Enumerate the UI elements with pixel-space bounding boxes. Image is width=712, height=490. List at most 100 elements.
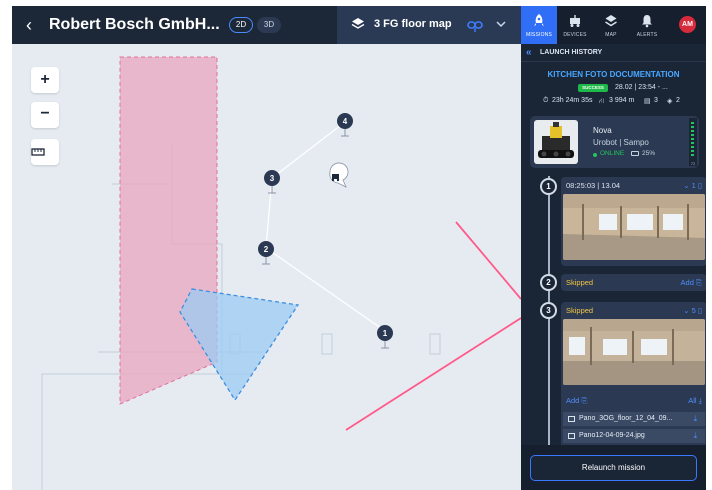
launch-history-label: LAUNCH HISTORY <box>540 49 603 56</box>
back-icon[interactable]: ‹ <box>26 15 46 35</box>
step-1-time: 08:25:03 | 13.04 <box>566 181 621 190</box>
nav-missions-label: MISSIONS <box>525 32 553 38</box>
route-line-2 <box>345 317 521 431</box>
step-2-add-label: Add <box>680 278 694 287</box>
robot-name: Nova <box>593 126 612 135</box>
mission-datetime: 28.02 | 23:54 - ... <box>615 84 668 91</box>
step-3-all-label: All <box>688 396 697 405</box>
waypoint-3-label: 3 <box>270 174 275 183</box>
nav-missions[interactable]: MISSIONS <box>521 6 557 44</box>
file-name: Pano12-04-09-24.jpg <box>579 432 645 439</box>
duration-value: 23h 24m 35s <box>552 97 593 104</box>
waypoint-2-label: 2 <box>264 245 269 254</box>
mission-title: KITCHEN FOTO DOCUMENTATION <box>547 70 680 79</box>
step-3-photo[interactable] <box>563 319 705 385</box>
chevron-down-icon[interactable] <box>495 18 507 30</box>
waypoint-1-label: 1 <box>383 329 388 338</box>
robot-card[interactable]: Nova Urobot | Sampo ONLINE 25% <box>530 116 699 168</box>
route-icon: ⛙ <box>599 98 604 105</box>
floor-selector[interactable]: 3 FG floor map <box>337 6 521 44</box>
view-3d-toggle[interactable]: 3D <box>257 17 281 33</box>
launch-history-header[interactable]: « LAUNCH HISTORY <box>521 44 706 62</box>
robot-location-icon[interactable] <box>329 162 349 188</box>
nav-devices[interactable]: DEVICES <box>557 6 593 44</box>
rocket-icon <box>534 14 544 26</box>
waypoint-3[interactable]: 3 <box>264 170 280 194</box>
robot-status: ONLINE <box>600 150 625 157</box>
restricted-zone-pink[interactable] <box>119 56 218 405</box>
step-3-marker: 3 <box>540 302 557 319</box>
waypoint-4[interactable]: 4 <box>337 113 353 137</box>
zoom-out-button[interactable]: − <box>31 102 59 128</box>
layers-icon <box>605 15 617 27</box>
battery-level: 25% <box>642 150 656 157</box>
ruler-button[interactable] <box>31 139 59 165</box>
waypoint-4-label: 4 <box>343 117 348 126</box>
status-badge: SUCCESS <box>578 84 608 92</box>
bell-icon <box>642 15 652 28</box>
clock-icon: ⏱ <box>543 97 549 104</box>
distance-value: 3 994 m <box>609 97 635 104</box>
file-name: Pano_3OG_floor_12_04_09... <box>579 415 673 422</box>
main-nav: MISSIONS DEVICES MAP ALERTS AM <box>521 6 706 44</box>
view-2d-toggle[interactable]: 2D <box>229 17 253 33</box>
relaunch-mission-button[interactable]: Relaunch mission <box>530 455 697 481</box>
step-1-photo[interactable] <box>563 194 705 260</box>
step-2-marker: 2 <box>540 274 557 291</box>
top-bar: ‹ Robert Bosch GmbH... 2D 3D 3 FG floor … <box>12 6 521 44</box>
step-3-card[interactable]: Skipped ⌄ 5 ▯ Add ⎘ All ⤓ Pano_3OG_floor… <box>561 302 706 448</box>
layers-icon <box>351 18 365 29</box>
step-2-status: Skipped <box>566 278 594 287</box>
layers-count: 2 <box>676 97 680 104</box>
page-title: Robert Bosch GmbH... <box>49 16 220 33</box>
waypoint-2[interactable]: 2 <box>258 241 274 265</box>
step-3-add[interactable]: Add ⎘ <box>566 396 587 406</box>
zoom-in-button[interactable]: + <box>31 67 59 93</box>
download-icon[interactable]: ⤓ <box>693 431 697 441</box>
step-1-card[interactable]: 08:25:03 | 13.04 ⌄ 1 ▯ <box>561 177 706 266</box>
image-file-icon <box>568 433 575 439</box>
step-3-download-all[interactable]: All ⤓ <box>688 396 702 406</box>
step-2-add[interactable]: Add ⎘ <box>681 278 702 288</box>
step-3-count[interactable]: ⌄ 5 ▯ <box>683 306 702 315</box>
route-line <box>455 221 521 300</box>
relaunch-footer: Relaunch mission <box>521 445 706 490</box>
step-1-count-value: 1 <box>691 181 696 190</box>
ruler-icon <box>31 148 45 156</box>
photos-count: 3 <box>654 97 658 104</box>
download-icon[interactable]: ⤓ <box>693 414 697 424</box>
nav-map-label: MAP <box>605 32 617 38</box>
double-chevron-left-icon[interactable]: « <box>526 47 532 58</box>
floor-map[interactable]: 4 3 2 1 + − <box>12 44 521 490</box>
step-2-card[interactable]: Skipped Add ⎘ <box>561 274 706 291</box>
file-row[interactable]: Pano_3OG_floor_12_04_09... ⤓ <box>563 412 705 426</box>
robot-model: Urobot | Sampo <box>593 138 649 147</box>
user-avatar[interactable]: AM <box>679 16 696 33</box>
step-3-count-value: 5 <box>691 306 696 315</box>
step-3-status: Skipped <box>566 306 594 315</box>
nav-alerts[interactable]: ALERTS <box>629 6 665 44</box>
waypoint-1[interactable]: 1 <box>377 325 393 349</box>
step-3-add-label: Add <box>566 396 580 405</box>
robot-image <box>534 120 578 164</box>
battery-icon <box>631 151 639 156</box>
file-row[interactable]: Pano12-04-09-24.jpg ⤓ <box>563 429 705 443</box>
robot-illustration <box>538 122 574 158</box>
layers-count-icon: ◈ <box>667 98 673 105</box>
nav-map[interactable]: MAP <box>593 6 629 44</box>
nav-devices-label: DEVICES <box>563 32 587 38</box>
image-file-icon <box>568 416 575 422</box>
step-1-marker: 1 <box>540 178 557 195</box>
step-1-count[interactable]: ⌄ 1 ▯ <box>683 181 702 190</box>
online-status-dot <box>593 153 597 157</box>
link-icon[interactable] <box>467 18 483 32</box>
right-panel: MISSIONS DEVICES MAP ALERTS AM « LAUNCH … <box>521 6 706 490</box>
floor-label: 3 FG floor map <box>374 18 452 30</box>
robot-icon <box>570 15 580 27</box>
signal-meter: 72 <box>689 118 697 166</box>
map-canvas: 4 3 2 1 <box>41 56 521 490</box>
nav-alerts-label: ALERTS <box>636 32 658 38</box>
app-root: ‹ Robert Bosch GmbH... 2D 3D 3 FG floor … <box>12 6 706 490</box>
signal-value: 72 <box>690 161 696 166</box>
waypoint-path <box>265 121 386 332</box>
